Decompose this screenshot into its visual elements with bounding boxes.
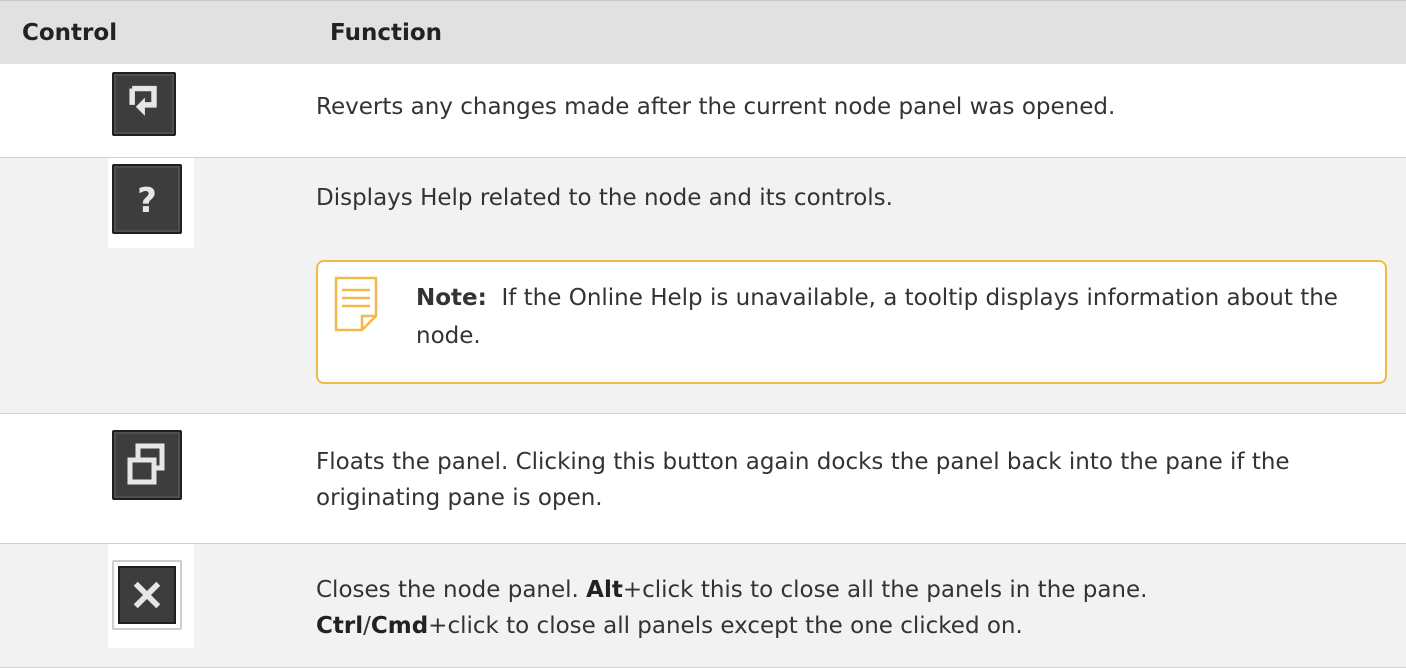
close-line-1: Closes the node panel. Alt+click this to… <box>316 572 1388 608</box>
table-row: Reverts any changes made after the curre… <box>0 64 1406 158</box>
header-function: Function <box>330 20 443 46</box>
ctrl-click-text: +click to close all panels except the on… <box>428 613 1023 639</box>
icon-cell: ? <box>108 158 194 248</box>
function-text: Displays Help related to the node and it… <box>316 185 893 211</box>
note-box: Note: If the Online Help is unavailable,… <box>316 260 1387 384</box>
icon-cell <box>108 72 194 142</box>
close-icon-frame <box>112 560 182 630</box>
table-row: ? Displays Help related to the node and … <box>0 158 1406 414</box>
close-icon <box>118 566 176 624</box>
controls-table: Control Function Reverts any changes mad… <box>0 0 1406 668</box>
revert-icon <box>112 72 176 136</box>
function-text: Floats the panel. Clicking this button a… <box>316 449 1290 511</box>
svg-text:?: ? <box>137 181 157 221</box>
key-ctrl: Ctrl <box>316 613 364 639</box>
icon-cell <box>108 544 194 648</box>
header-control: Control <box>22 20 118 46</box>
key-cmd: Cmd <box>370 613 429 639</box>
note-icon <box>334 276 378 332</box>
key-alt: Alt <box>586 577 623 603</box>
float-panel-icon <box>112 430 182 500</box>
table-row: Floats the panel. Clicking this button a… <box>0 414 1406 544</box>
close-text-post: +click this to close all the panels in t… <box>622 577 1148 603</box>
note-text: Note: If the Online Help is unavailable,… <box>416 279 1345 355</box>
icon-cell <box>108 414 194 520</box>
table-header: Control Function <box>0 0 1406 64</box>
close-line-2: Ctrl/Cmd+click to close all panels excep… <box>316 608 1388 644</box>
note-label: Note: <box>416 285 487 311</box>
help-icon: ? <box>112 164 182 234</box>
function-text: Closes the node panel. Alt+click this to… <box>316 572 1388 644</box>
key-separator: / <box>363 613 371 639</box>
close-text-pre: Closes the node panel. <box>316 577 587 603</box>
function-text: Reverts any changes made after the curre… <box>316 94 1116 120</box>
table-row: Closes the node panel. Alt+click this to… <box>0 544 1406 668</box>
note-body: If the Online Help is unavailable, a too… <box>416 285 1338 349</box>
